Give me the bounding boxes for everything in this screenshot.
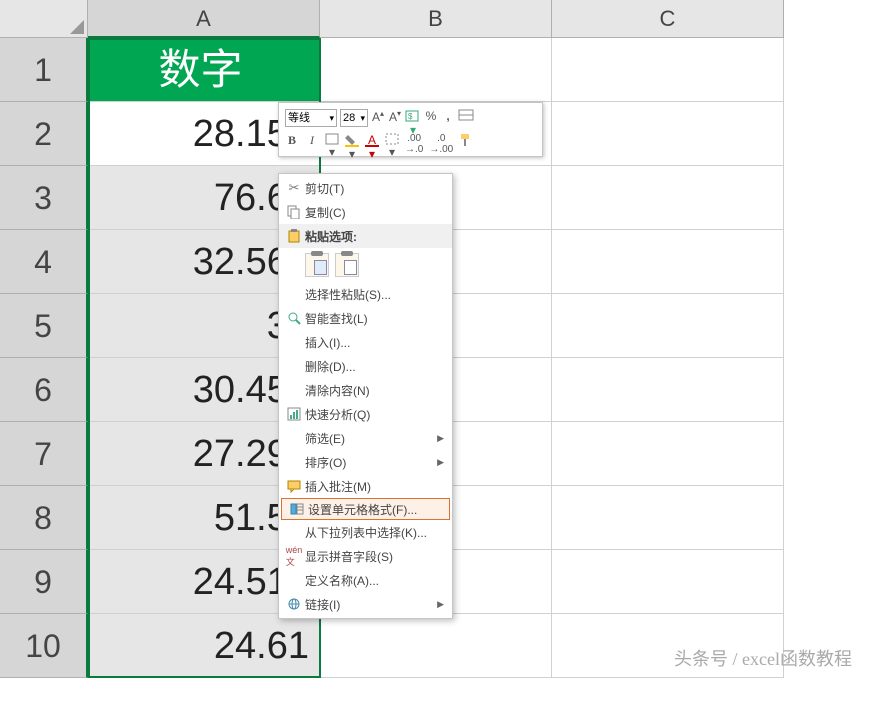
comment-icon — [283, 479, 305, 493]
menu-clear-contents[interactable]: 清除内容(N) — [279, 378, 452, 402]
cell-C7[interactable] — [552, 422, 784, 486]
paste-values-icon[interactable] — [335, 253, 359, 277]
col-header-B[interactable]: B — [320, 0, 552, 38]
paste-default-icon[interactable] — [305, 253, 329, 277]
context-menu: ✂ 剪切(T) 复制(C) 粘贴选项: 选择性粘贴(S)... 智能查找(L) … — [278, 173, 453, 619]
svg-text:$: $ — [408, 112, 413, 121]
row-header-8[interactable]: 8 — [0, 486, 88, 550]
col-header-A[interactable]: A — [88, 0, 320, 38]
menu-define-name[interactable]: 定义名称(A)... — [279, 568, 452, 592]
column-headers: A B C — [0, 0, 872, 38]
decimal-decrease-icon[interactable]: .00→.0 — [405, 133, 423, 151]
copy-icon — [283, 205, 305, 219]
link-icon — [283, 597, 305, 611]
borders-icon[interactable]: ▾ — [325, 133, 339, 151]
row-header-5[interactable]: 5 — [0, 294, 88, 358]
format-cells-icon — [286, 502, 308, 516]
menu-paste-options-header: 粘贴选项: — [279, 224, 452, 248]
fill-color-icon[interactable]: ▾ — [345, 133, 359, 151]
cell-C4[interactable] — [552, 230, 784, 294]
cell-B1[interactable] — [320, 38, 552, 102]
submenu-arrow-icon: ▶ — [437, 433, 444, 444]
menu-paste-special[interactable]: 选择性粘贴(S)... — [279, 282, 452, 306]
comma-format-icon[interactable]: , — [441, 109, 455, 127]
bold-button[interactable]: B — [285, 133, 299, 151]
cell-C6[interactable] — [552, 358, 784, 422]
select-all-corner[interactable] — [0, 0, 88, 38]
decimal-increase-icon[interactable]: .0→.00 — [429, 133, 453, 151]
submenu-arrow-icon: ▶ — [437, 599, 444, 610]
row-header-10[interactable]: 10 — [0, 614, 88, 678]
row-header-2[interactable]: 2 — [0, 102, 88, 166]
cell-A10[interactable]: 24.61 — [88, 614, 320, 678]
format-painter-icon[interactable] — [459, 133, 473, 151]
row-header-7[interactable]: 7 — [0, 422, 88, 486]
font-size-select[interactable]: 28 — [340, 109, 368, 127]
cell-C9[interactable] — [552, 550, 784, 614]
paste-icon — [283, 229, 305, 243]
increase-font-icon[interactable]: A▴ — [371, 109, 385, 127]
col-header-C[interactable]: C — [552, 0, 784, 38]
menu-cut[interactable]: ✂ 剪切(T) — [279, 176, 452, 200]
cell-B10[interactable] — [320, 614, 552, 678]
accounting-format-icon[interactable]: $▾ — [405, 109, 421, 127]
menu-delete[interactable]: 删除(D)... — [279, 354, 452, 378]
menu-smart-lookup[interactable]: 智能查找(L) — [279, 306, 452, 330]
row-header-9[interactable]: 9 — [0, 550, 88, 614]
mini-toolbar: 等线 28 A▴ A▾ $▾ % , B I ▾ ▾ A▾ ▾ .00→.0 .… — [278, 102, 543, 157]
paste-options-row — [279, 248, 452, 282]
submenu-arrow-icon: ▶ — [437, 457, 444, 468]
menu-insert[interactable]: 插入(I)... — [279, 330, 452, 354]
font-color-icon[interactable]: A▾ — [365, 133, 379, 151]
menu-insert-comment[interactable]: 插入批注(M) — [279, 474, 452, 498]
percent-format-icon[interactable]: % — [424, 109, 438, 127]
row-header-1[interactable]: 1 — [0, 38, 88, 102]
menu-pick-from-dropdown[interactable]: 从下拉列表中选择(K)... — [279, 520, 452, 544]
cell-C2[interactable] — [552, 102, 784, 166]
row-header-3[interactable]: 3 — [0, 166, 88, 230]
phonetic-icon: wén文 — [283, 545, 305, 568]
cell-C5[interactable] — [552, 294, 784, 358]
cell-A1[interactable]: 数字 — [88, 38, 320, 102]
scissors-icon: ✂ — [283, 180, 305, 196]
quick-analysis-icon — [283, 407, 305, 421]
decrease-font-icon[interactable]: A▾ — [388, 109, 402, 127]
menu-show-phonetic[interactable]: wén文 显示拼音字段(S) — [279, 544, 452, 568]
cell-C8[interactable] — [552, 486, 784, 550]
menu-quick-analysis[interactable]: 快速分析(Q) — [279, 402, 452, 426]
font-name-select[interactable]: 等线 — [285, 109, 337, 127]
italic-button[interactable]: I — [305, 133, 319, 151]
menu-sort[interactable]: 排序(O) ▶ — [279, 450, 452, 474]
menu-copy[interactable]: 复制(C) — [279, 200, 452, 224]
cell-C3[interactable] — [552, 166, 784, 230]
search-icon — [283, 311, 305, 325]
menu-hyperlink[interactable]: 链接(I) ▶ — [279, 592, 452, 616]
borders-menu-icon[interactable]: ▾ — [385, 133, 399, 151]
menu-filter[interactable]: 筛选(E) ▶ — [279, 426, 452, 450]
row-header-6[interactable]: 6 — [0, 358, 88, 422]
watermark-text: 头条号 / excel函数教程 — [674, 645, 852, 671]
merge-center-icon[interactable] — [458, 109, 474, 127]
menu-format-cells[interactable]: 设置单元格格式(F)... — [281, 498, 450, 520]
row-header-4[interactable]: 4 — [0, 230, 88, 294]
cell-C1[interactable] — [552, 38, 784, 102]
